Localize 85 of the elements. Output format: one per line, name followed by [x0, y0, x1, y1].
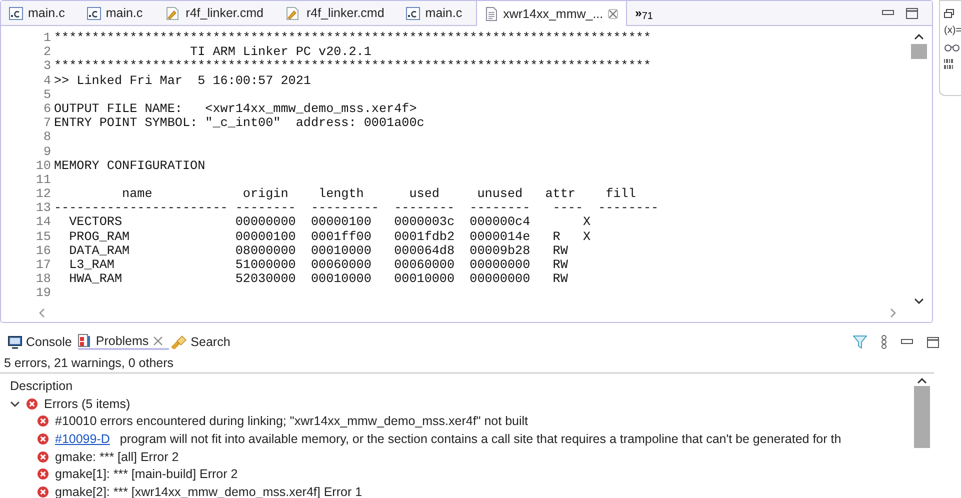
editor-tab[interactable]: r4f_linker.cmd — [156, 1, 278, 25]
error-icon — [37, 468, 49, 480]
view-menu-icon[interactable] — [881, 335, 887, 349]
problem-description[interactable]: gmake: *** [all] Error 2 — [55, 450, 179, 464]
error-code-link[interactable]: #10099-D — [55, 432, 110, 446]
c-file-icon — [86, 6, 101, 20]
problem-description[interactable]: #10010 errors encountered during linking; "xwr14xx_mmw_demo_mss.xer4f" not built — [55, 414, 528, 428]
line-number: 9 — [42, 144, 51, 159]
scroll-up-icon[interactable] — [917, 378, 927, 384]
console-icon — [8, 336, 22, 348]
restore-icon[interactable] — [944, 9, 954, 18]
line-number: 5 — [42, 88, 51, 102]
close-icon[interactable] — [608, 8, 618, 18]
code-line: TI ARM Linker PC v20.2.1 — [189, 45, 372, 60]
tree-group-label[interactable]: Errors (5 items) — [44, 396, 130, 411]
maximize-icon[interactable] — [927, 336, 939, 348]
line-number: 4 — [42, 74, 51, 88]
flashlight-icon — [168, 335, 187, 349]
scrollbar-thumb[interactable] — [914, 386, 930, 448]
expanded-chevron-icon[interactable] — [10, 398, 20, 409]
problem-description[interactable]: gmake[1]: *** [main-build] Error 2 — [55, 467, 238, 482]
problems-icon — [78, 334, 92, 348]
error-icon — [37, 415, 49, 428]
line-number: 19 — [34, 286, 51, 301]
problem-description[interactable]: program will not fit into available memory, or the section contains a call site that requires a trampoline that can't be generated for th — [120, 432, 842, 446]
line-number: 18 — [34, 272, 51, 286]
line-number: 8 — [42, 130, 51, 144]
editor-tab[interactable]: r4f_linker.cmd — [277, 1, 398, 25]
column-header[interactable]: Description — [0, 374, 913, 395]
scrollbar-thumb[interactable] — [911, 44, 927, 59]
c-file-icon — [9, 6, 23, 20]
glasses-icon[interactable] — [944, 43, 960, 52]
minimize-icon[interactable] — [882, 10, 894, 16]
code-line: name origin length used unused attr fill — [121, 187, 637, 202]
view-tab[interactable]: Search — [168, 335, 236, 349]
view-tab[interactable]: Problems — [78, 334, 169, 350]
line-number: 1 — [42, 31, 51, 46]
line-number: 15 — [34, 230, 51, 244]
error-icon — [37, 432, 49, 445]
code-line: VECTORS 00000000 00000100 0000003c 000000c4 X — [68, 215, 592, 230]
scroll-right-icon[interactable] — [890, 308, 896, 318]
scroll-up-icon[interactable] — [914, 34, 924, 40]
line-number: 16 — [34, 244, 51, 258]
view-tab[interactable]: Console — [8, 335, 78, 349]
code-line: L3_RAM 51000000 00060000 00060000 00000000 RW — [68, 258, 569, 272]
close-icon[interactable] — [152, 336, 163, 346]
editor-tab[interactable]: main.c — [398, 1, 476, 25]
error-icon — [37, 486, 49, 498]
line-number: 13 — [34, 201, 51, 216]
variables-button[interactable]: (x)= — [944, 25, 961, 36]
editor-tab[interactable]: main.c — [78, 1, 157, 25]
c-file-icon — [406, 6, 420, 20]
line-number: 12 — [34, 187, 51, 202]
code-line: ******************************************************************************* — [54, 31, 652, 46]
code-line: >> Linked Fri Mar 5 16:00:57 2021 — [54, 74, 312, 88]
scroll-down-icon[interactable] — [914, 298, 924, 304]
text-file-icon — [485, 6, 498, 20]
code-line: DATA_RAM 08000000 00010000 000064d8 00009b28 RW — [68, 244, 569, 258]
line-number: 14 — [34, 215, 51, 230]
linker-file-icon — [164, 6, 181, 20]
code-line: OUTPUT FILE NAME: <xwr14xx_mmw_demo_mss.xer4f> — [54, 102, 418, 116]
minimize-icon[interactable] — [901, 339, 913, 345]
code-line: ******************************************************************************* — [54, 59, 652, 74]
line-number: 11 — [34, 172, 51, 188]
code-line: HWA_RAM 52030000 00010000 00010000 00000000 RW — [68, 272, 569, 286]
line-number: 3 — [42, 59, 51, 74]
line-number: 17 — [34, 258, 51, 272]
linker-file-icon — [285, 6, 302, 20]
scroll-left-icon[interactable] — [39, 308, 45, 318]
code-line: PROG_RAM 00000100 0001ff00 0001fdb2 0000014e R X — [68, 230, 592, 244]
filter-icon[interactable] — [853, 335, 867, 349]
code-line: MEMORY CONFIGURATION — [54, 158, 206, 173]
problem-description[interactable]: gmake[2]: *** [xwr14xx_mmw_demo_mss.xer4f] Error 1 — [55, 484, 362, 498]
error-icon — [37, 450, 49, 463]
code-line: ----------------------- -------- --------- -------- -------- ---- -------- — [54, 201, 660, 216]
editor-tab[interactable]: main.c — [1, 1, 79, 25]
line-number: 7 — [42, 116, 51, 130]
editor-tab[interactable]: xwr14xx_mmw_... — [476, 1, 628, 26]
line-number: 2 — [42, 45, 51, 60]
line-number: 10 — [34, 158, 51, 173]
code-line: ENTRY POINT SYMBOL: "_c_int00" address: 0001a00c — [54, 116, 426, 130]
maximize-icon[interactable] — [906, 8, 918, 18]
line-number: 6 — [42, 102, 51, 116]
error-icon — [26, 398, 38, 410]
problems-summary: 5 errors, 21 warnings, 0 others — [0, 354, 934, 374]
